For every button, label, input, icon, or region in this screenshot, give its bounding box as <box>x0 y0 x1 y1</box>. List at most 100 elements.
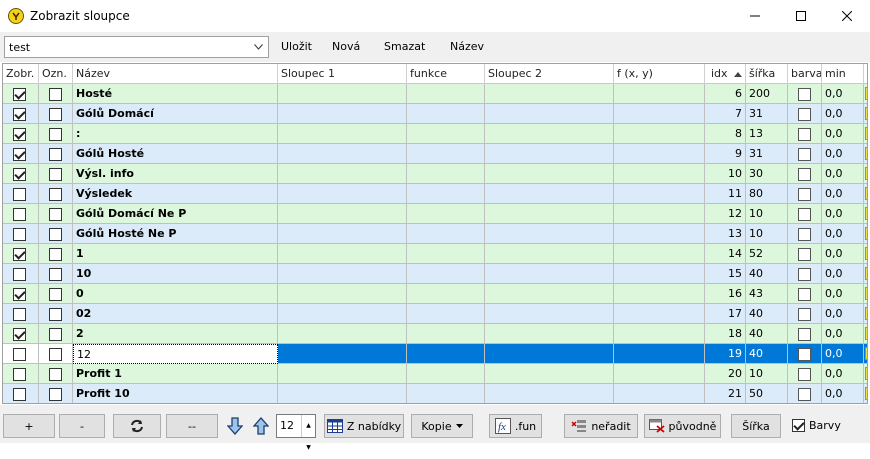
cell-min[interactable]: 0,0 <box>822 84 864 104</box>
show-checkbox[interactable] <box>13 168 26 181</box>
color-checkbox[interactable] <box>798 108 811 121</box>
color-swatch[interactable] <box>865 287 867 300</box>
mark-checkbox[interactable] <box>49 308 62 321</box>
table-row[interactable]: 02 17 40 0,0 <box>3 304 867 324</box>
cell-min[interactable]: 0,0 <box>822 104 864 124</box>
cell-min[interactable]: 0,0 <box>822 204 864 224</box>
mark-checkbox[interactable] <box>49 268 62 281</box>
cell-show[interactable] <box>3 124 39 144</box>
cell-extra[interactable] <box>864 204 867 224</box>
table-row[interactable]: Výsledek 11 80 0,0 <box>3 184 867 204</box>
cell-name[interactable]: Gólů Domácí <box>73 104 278 124</box>
color-swatch[interactable] <box>865 167 867 180</box>
color-checkbox[interactable] <box>798 368 811 381</box>
cell-idx[interactable]: 12 <box>705 204 746 224</box>
mark-checkbox[interactable] <box>49 168 62 181</box>
cell-idx[interactable]: 18 <box>705 324 746 344</box>
cell-extra[interactable] <box>864 384 867 403</box>
move-down-button[interactable] <box>225 414 245 438</box>
cell-fxy[interactable] <box>614 264 705 284</box>
color-swatch[interactable] <box>865 87 867 100</box>
mark-checkbox[interactable] <box>49 348 62 361</box>
cell-extra[interactable] <box>864 144 867 164</box>
cell-idx[interactable]: 7 <box>705 104 746 124</box>
cell-function[interactable] <box>407 304 485 324</box>
cell-extra[interactable] <box>864 84 867 104</box>
cell-name[interactable]: Výsledek <box>73 184 278 204</box>
show-checkbox[interactable] <box>13 148 26 161</box>
cell-fxy[interactable] <box>614 104 705 124</box>
colors-toggle[interactable]: Barvy <box>792 419 841 432</box>
cell-column1[interactable] <box>278 364 407 384</box>
cell-idx[interactable]: 20 <box>705 364 746 384</box>
cell-min[interactable]: 0,0 <box>822 124 864 144</box>
color-swatch[interactable] <box>865 127 867 140</box>
cell-show[interactable] <box>3 364 39 384</box>
original-button[interactable]: původně <box>644 414 721 438</box>
cell-min[interactable]: 0,0 <box>822 364 864 384</box>
cell-column2[interactable] <box>485 304 614 324</box>
cell-column1[interactable] <box>278 224 407 244</box>
cell-min[interactable]: 0,0 <box>822 184 864 204</box>
cell-show[interactable] <box>3 284 39 304</box>
cell-column1[interactable] <box>278 304 407 324</box>
color-checkbox[interactable] <box>798 168 811 181</box>
cell-min[interactable]: 0,0 <box>822 344 864 364</box>
cell-name[interactable]: Gólů Hosté Ne P <box>73 224 278 244</box>
color-swatch[interactable] <box>865 247 867 260</box>
cell-extra[interactable] <box>864 264 867 284</box>
cell-column2[interactable] <box>485 104 614 124</box>
cell-column1[interactable] <box>278 384 407 403</box>
cell-mark[interactable] <box>39 324 73 344</box>
save-button[interactable]: Uložit <box>281 40 312 53</box>
cell-min[interactable]: 0,0 <box>822 224 864 244</box>
cell-width[interactable]: 10 <box>746 224 788 244</box>
col-header-column2[interactable]: Sloupec 2 <box>485 64 614 84</box>
color-swatch[interactable] <box>865 267 867 280</box>
cell-extra[interactable] <box>864 284 867 304</box>
cell-color[interactable] <box>788 184 822 204</box>
cell-show[interactable] <box>3 324 39 344</box>
cell-mark[interactable] <box>39 184 73 204</box>
cell-show[interactable] <box>3 204 39 224</box>
name-button[interactable]: Název <box>450 40 484 53</box>
table-row[interactable]: Hosté 6 200 0,0 <box>3 84 867 104</box>
col-header-column1[interactable]: Sloupec 1 <box>278 64 407 84</box>
cell-idx[interactable]: 13 <box>705 224 746 244</box>
cell-column1[interactable] <box>278 144 407 164</box>
cell-column2[interactable] <box>485 324 614 344</box>
color-checkbox[interactable] <box>798 208 811 221</box>
color-checkbox[interactable] <box>798 328 811 341</box>
cell-fxy[interactable] <box>614 364 705 384</box>
show-checkbox[interactable] <box>13 248 26 261</box>
remove-row-button[interactable]: - <box>59 414 105 438</box>
cell-name[interactable]: : <box>73 124 278 144</box>
cell-color[interactable] <box>788 324 822 344</box>
cell-show[interactable] <box>3 264 39 284</box>
cell-show[interactable] <box>3 224 39 244</box>
cell-color[interactable] <box>788 284 822 304</box>
cell-idx[interactable]: 9 <box>705 144 746 164</box>
cell-fxy[interactable] <box>614 344 705 364</box>
width-button[interactable]: Šířka <box>731 414 781 438</box>
mark-checkbox[interactable] <box>49 248 62 261</box>
cell-color[interactable] <box>788 104 822 124</box>
mark-checkbox[interactable] <box>49 188 62 201</box>
table-row[interactable]: Výsl. info 10 30 0,0 <box>3 164 867 184</box>
cell-color[interactable] <box>788 204 822 224</box>
cell-name[interactable]: 12 <box>73 344 278 364</box>
cell-function[interactable] <box>407 184 485 204</box>
cell-color[interactable] <box>788 124 822 144</box>
cell-fxy[interactable] <box>614 204 705 224</box>
cell-width[interactable]: 31 <box>746 104 788 124</box>
cell-column2[interactable] <box>485 264 614 284</box>
cell-min[interactable]: 0,0 <box>822 304 864 324</box>
cell-mark[interactable] <box>39 344 73 364</box>
cell-width[interactable]: 13 <box>746 124 788 144</box>
color-swatch[interactable] <box>865 227 867 240</box>
cell-min[interactable]: 0,0 <box>822 144 864 164</box>
minimize-button[interactable] <box>732 0 778 32</box>
cell-width[interactable]: 10 <box>746 364 788 384</box>
cell-width[interactable]: 50 <box>746 384 788 403</box>
col-header-extra[interactable] <box>864 64 867 84</box>
